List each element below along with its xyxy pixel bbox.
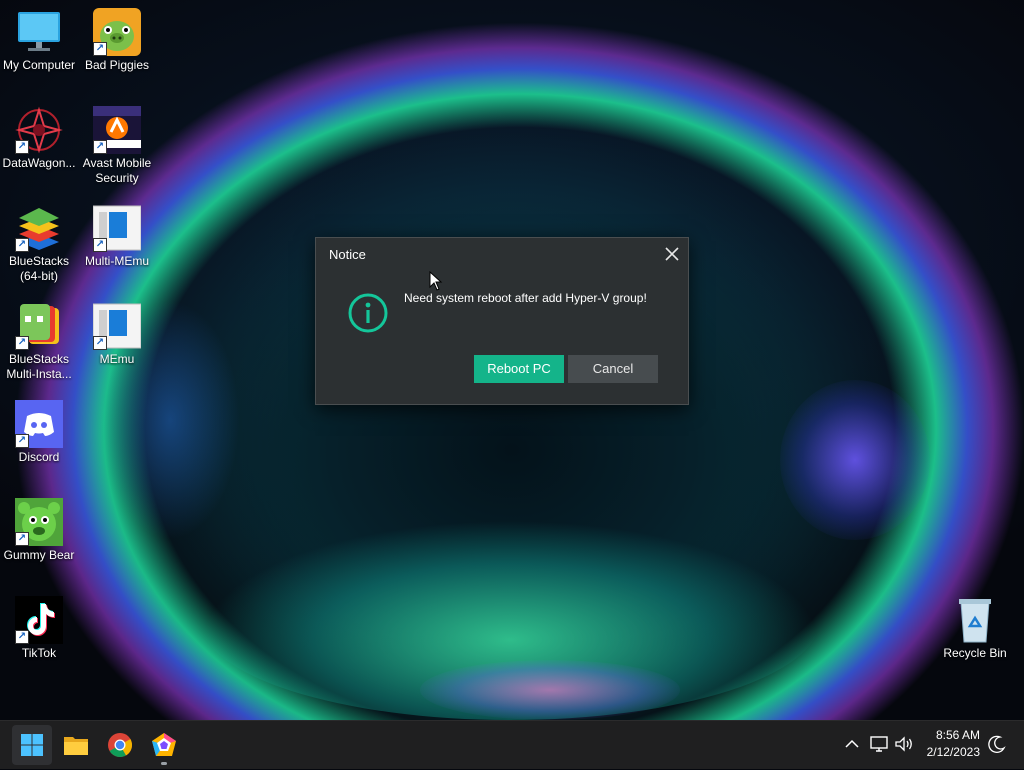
- desktop-icon-label: BlueStacks (64-bit): [8, 254, 70, 283]
- app-button[interactable]: [144, 725, 184, 765]
- clock-date: 2/12/2023: [926, 745, 980, 759]
- network-icon[interactable]: [868, 733, 890, 755]
- desktop-icon-label: MEmu: [99, 352, 135, 366]
- chrome-button[interactable]: [100, 725, 140, 765]
- desktop-icon-avast[interactable]: ↗ Avast Mobile Security: [78, 106, 156, 186]
- taskbar: 8:56 AM 2/12/2023: [0, 720, 1024, 769]
- monitor-icon: [15, 8, 63, 56]
- desktop-icon-my-computer[interactable]: My Computer: [0, 8, 78, 73]
- dialog-message: Need system reboot after add Hyper-V gro…: [404, 291, 647, 305]
- clock[interactable]: 8:56 AM 2/12/2023: [900, 727, 980, 761]
- clock-time: 8:56 AM: [935, 728, 980, 742]
- start-button[interactable]: [12, 725, 52, 765]
- desktop-icon-bluestacks[interactable]: ↗ BlueStacks (64-bit): [0, 204, 78, 284]
- dialog-titlebar[interactable]: Notice: [316, 238, 688, 270]
- shortcut-arrow-icon: ↗: [93, 42, 107, 56]
- desktop-icon-label: Bad Piggies: [84, 58, 150, 72]
- bad-piggies-icon: ↗: [93, 8, 141, 56]
- notice-dialog: Notice Need system reboot after add Hype…: [315, 237, 689, 405]
- bluestacks-multi-icon: ↗: [15, 302, 63, 350]
- gummy-bear-icon: ↗: [15, 498, 63, 546]
- start-icon: [21, 734, 43, 756]
- desktop-icon-label: Discord: [18, 450, 60, 464]
- desktop: My Computer ↗ DataWagon... ↗ BlueStacks …: [0, 0, 1024, 720]
- memu-icon: ↗: [92, 302, 142, 350]
- desktop-icon-label: Gummy Bear: [3, 548, 75, 562]
- desktop-icon-memu[interactable]: ↗ MEmu: [78, 302, 156, 367]
- memu-icon: ↗: [92, 204, 142, 252]
- chrome-icon: [108, 733, 133, 758]
- desktop-icon-label: TikTok: [21, 646, 57, 660]
- info-icon: [348, 293, 388, 333]
- shortcut-arrow-icon: ↗: [93, 336, 107, 350]
- discord-icon: ↗: [15, 400, 63, 448]
- recycle-bin-icon: [951, 596, 999, 644]
- reboot-pc-button[interactable]: Reboot PC: [474, 355, 564, 383]
- avast-icon: ↗: [93, 106, 141, 154]
- bluestacks-icon: ↗: [15, 204, 63, 252]
- desktop-icon-bluestacks-multi[interactable]: ↗ BlueStacks Multi-Insta...: [0, 302, 78, 382]
- wallpaper-glow: [780, 380, 930, 540]
- desktop-icon-label: My Computer: [2, 58, 76, 72]
- chevron-up-icon[interactable]: [841, 733, 863, 755]
- shortcut-arrow-icon: ↗: [93, 238, 107, 252]
- desktop-icon-discord[interactable]: ↗ Discord: [0, 400, 78, 465]
- file-explorer-button[interactable]: [56, 725, 96, 765]
- desktop-icon-tiktok[interactable]: ↗ TikTok: [0, 596, 78, 661]
- desktop-icon-label: Recycle Bin: [943, 646, 1007, 660]
- desktop-icon-multi-memu[interactable]: ↗ Multi-MEmu: [78, 204, 156, 269]
- datawagon-icon: ↗: [15, 106, 63, 154]
- desktop-icon-recycle-bin[interactable]: Recycle Bin: [936, 596, 1014, 661]
- dialog-title: Notice: [329, 247, 366, 262]
- desktop-icon-gummy-bear[interactable]: ↗ Gummy Bear: [0, 498, 78, 563]
- shortcut-arrow-icon: ↗: [15, 630, 29, 644]
- desktop-icon-label: Multi-MEmu: [84, 254, 149, 268]
- tiktok-icon: ↗: [15, 596, 63, 644]
- shortcut-arrow-icon: ↗: [15, 434, 29, 448]
- file-explorer-icon: [64, 737, 88, 755]
- app-icon: [152, 733, 176, 756]
- desktop-icon-label: DataWagon...: [2, 156, 76, 170]
- desktop-icon-label: BlueStacks Multi-Insta...: [6, 352, 72, 381]
- shortcut-arrow-icon: ↗: [15, 336, 29, 350]
- shortcut-arrow-icon: ↗: [15, 238, 29, 252]
- wallpaper-glow: [420, 660, 680, 720]
- running-indicator: [161, 762, 167, 765]
- moon-icon[interactable]: [986, 733, 1008, 755]
- close-icon[interactable]: [662, 244, 682, 264]
- cancel-button[interactable]: Cancel: [568, 355, 658, 383]
- shortcut-arrow-icon: ↗: [15, 140, 29, 154]
- shortcut-arrow-icon: ↗: [93, 140, 107, 154]
- desktop-icon-label: Avast Mobile Security: [82, 156, 152, 185]
- desktop-icon-datawagon[interactable]: ↗ DataWagon...: [0, 106, 78, 171]
- desktop-icon-bad-piggies[interactable]: ↗ Bad Piggies: [78, 8, 156, 73]
- mouse-cursor-icon: [429, 270, 443, 291]
- shortcut-arrow-icon: ↗: [15, 532, 29, 546]
